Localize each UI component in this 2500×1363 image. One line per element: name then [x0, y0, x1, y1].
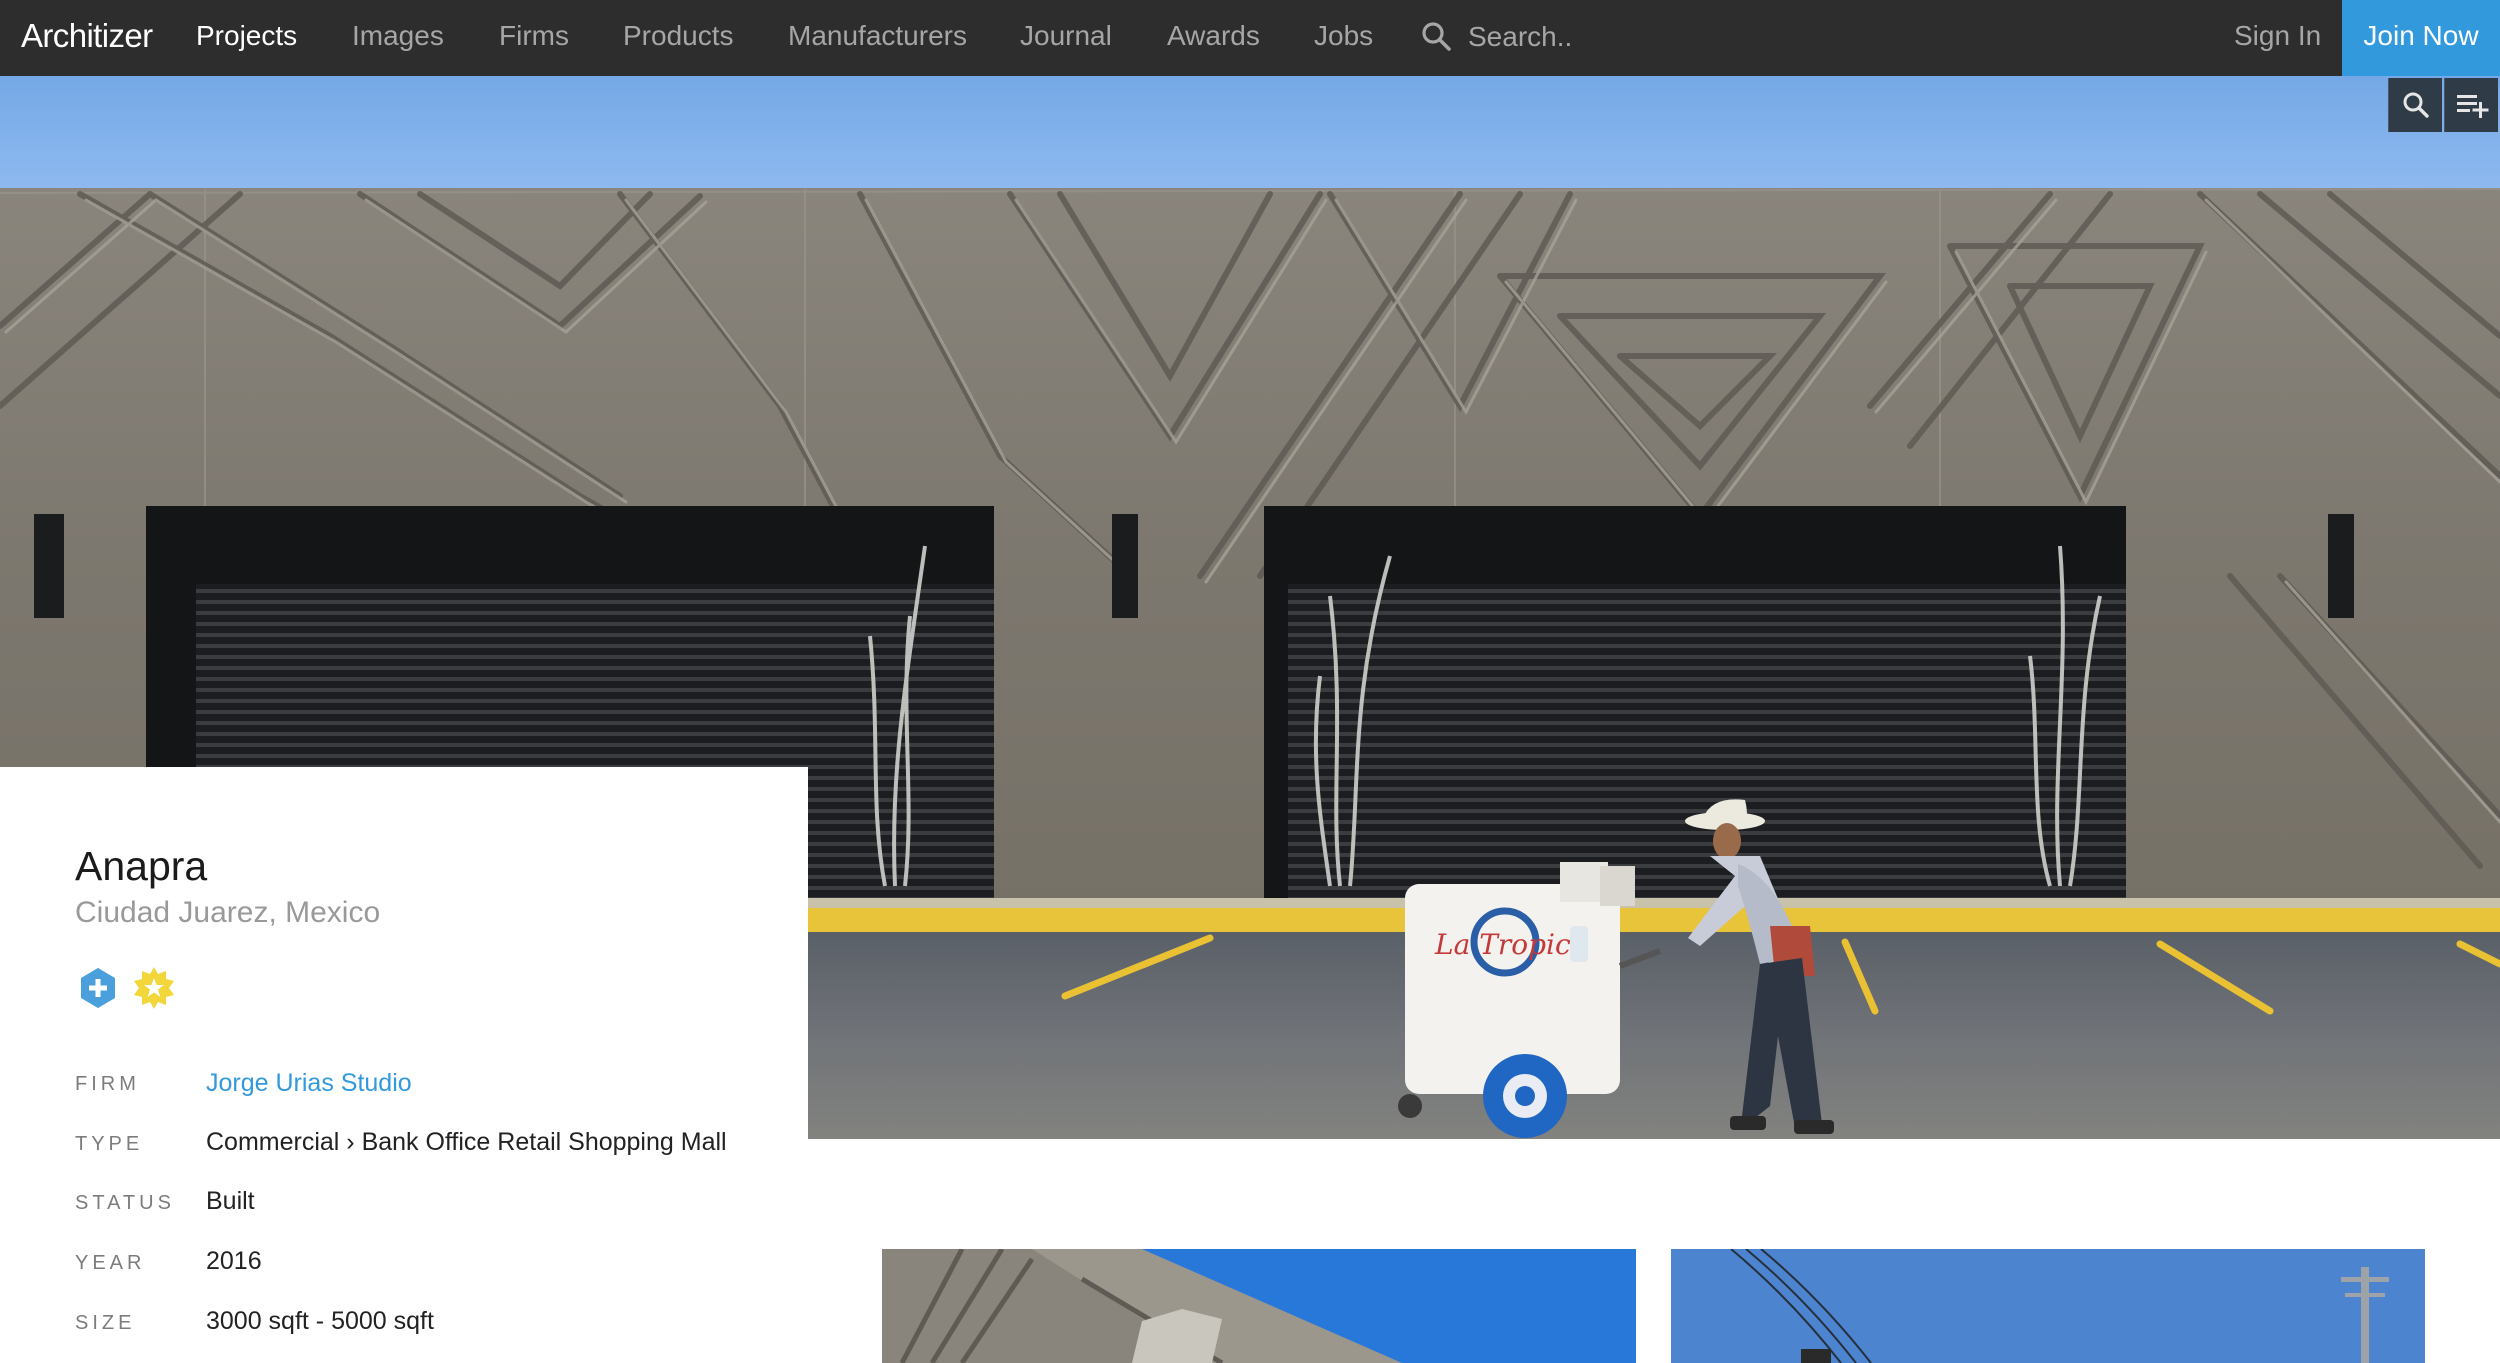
nav-awards[interactable]: Awards — [1167, 0, 1260, 76]
firm-label: FIRM — [75, 1073, 140, 1095]
type-value: Commercial › Bank Office Retail Shopping… — [206, 1128, 727, 1156]
nav-projects[interactable]: Projects — [196, 0, 297, 76]
search-icon[interactable] — [1420, 20, 1454, 54]
gallery-thumbnail-image — [882, 1249, 1636, 1363]
join-now-button[interactable]: Join Now — [2342, 0, 2500, 76]
size-label: SIZE — [75, 1312, 136, 1334]
nav-search — [1420, 0, 1860, 76]
sign-in-link[interactable]: Sign In — [2234, 0, 2321, 76]
architizer-logo[interactable]: Architizer — [21, 0, 153, 76]
size-value: 3000 sqft - 5000 sqft — [206, 1307, 434, 1335]
firm-link[interactable]: Jorge Urias Studio — [206, 1069, 412, 1098]
add-to-collection-button[interactable] — [2444, 78, 2498, 132]
nav-firms[interactable]: Firms — [499, 0, 569, 76]
project-title: Anapra — [75, 843, 208, 889]
magnify-icon — [2403, 92, 2429, 118]
search-input[interactable] — [1468, 14, 1848, 60]
image-search-button[interactable] — [2388, 78, 2442, 132]
year-label: YEAR — [75, 1252, 146, 1274]
playlist-add-icon — [2457, 95, 2489, 118]
gallery-thumbnail-image — [1671, 1249, 2425, 1363]
nav-jobs[interactable]: Jobs — [1314, 0, 1373, 76]
project-location[interactable]: Ciudad Juarez, Mexico — [75, 896, 380, 930]
type-label: TYPE — [75, 1133, 144, 1155]
status-label: STATUS — [75, 1192, 175, 1214]
plus-shield-icon[interactable] — [76, 966, 120, 1010]
nav-manufacturers[interactable]: Manufacturers — [788, 0, 967, 76]
top-navbar: Architizer Projects Images Firms Product… — [0, 0, 2500, 76]
year-value: 2016 — [206, 1247, 262, 1275]
gallery-thumbnail[interactable] — [882, 1249, 1636, 1363]
nav-images[interactable]: Images — [352, 0, 444, 76]
gallery-thumbnail[interactable] — [1671, 1249, 2425, 1363]
svg-text:La Tropica: La Tropica — [1434, 928, 1587, 961]
status-value: Built — [206, 1187, 255, 1215]
nav-products[interactable]: Products — [623, 0, 734, 76]
project-info-card: Anapra Ciudad Juarez, Mexico FIRM Jorge … — [0, 767, 808, 1363]
nav-journal[interactable]: Journal — [1020, 0, 1112, 76]
star-badge-icon[interactable] — [132, 966, 176, 1010]
